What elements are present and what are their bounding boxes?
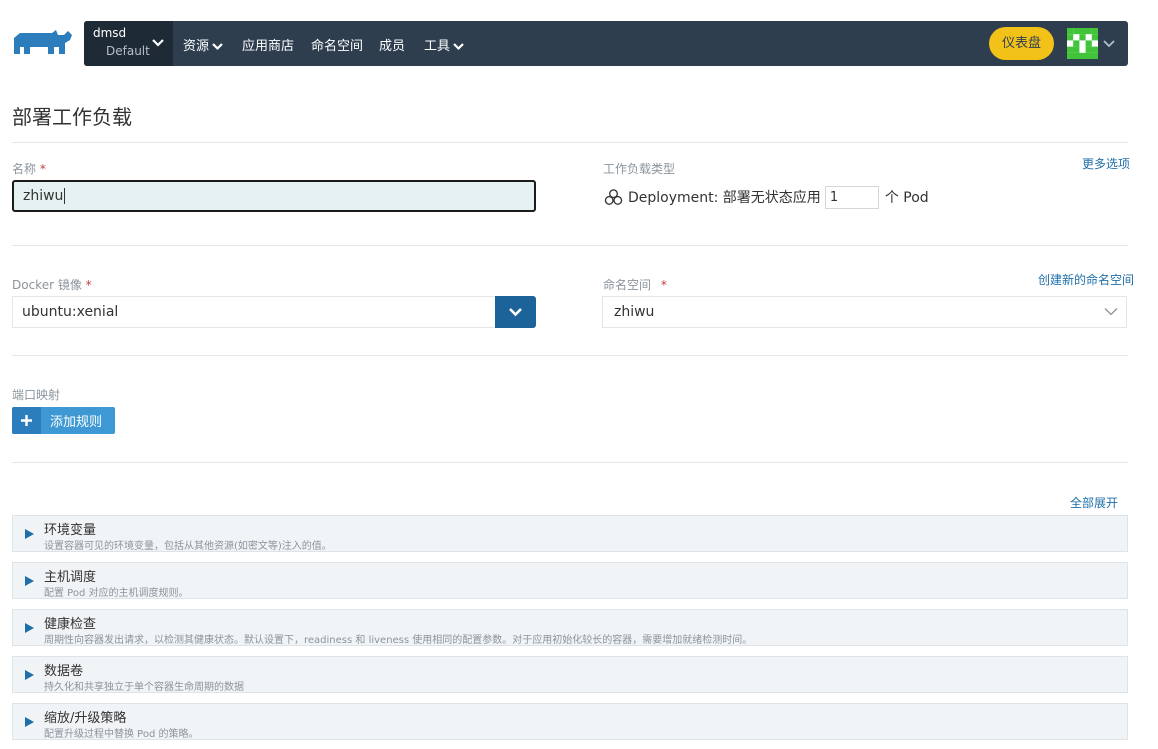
- name-input-value: zhiwu: [23, 188, 64, 204]
- top-navbar: dmsd Default 资源 应用商店 命名空间 成员 工具 仪表盘: [84, 21, 1128, 66]
- required-mark: *: [85, 278, 92, 292]
- accordion-env-vars[interactable]: 环境变量 设置容器可见的环境变量，包括从其他资源(如密文等)注入的值。: [12, 515, 1128, 552]
- chevron-down-icon: [453, 43, 464, 51]
- nav-app-store-label: 应用商店: [242, 39, 295, 54]
- expand-triangle-icon: [25, 529, 34, 539]
- chevron-down-icon[interactable]: [1103, 39, 1115, 48]
- accordion-title: 环境变量: [44, 523, 97, 538]
- accordion-description: 配置升级过程中替换 Pod 的策略。: [44, 729, 199, 740]
- nav-members-label: 成员: [379, 39, 406, 54]
- accordion-scaling-upgrade[interactable]: 缩放/升级策略 配置升级过程中替换 Pod 的策略。: [12, 703, 1128, 740]
- deployment-icon: [604, 188, 623, 205]
- project-name: Default: [106, 44, 150, 58]
- accordion-title: 主机调度: [44, 570, 97, 585]
- docker-image-label: Docker 镜像 *: [12, 276, 92, 293]
- accordion-health-check[interactable]: 健康检查 周期性向容器发出请求，以检测其健康状态。默认设置下，readiness…: [12, 609, 1128, 646]
- namespace-label: 命名空间 *: [603, 276, 667, 293]
- divider: [12, 462, 1128, 463]
- expand-triangle-icon: [25, 670, 34, 680]
- pod-count-input[interactable]: 1: [824, 185, 879, 209]
- plus-icon: [21, 415, 32, 426]
- cluster-project-switcher[interactable]: dmsd Default: [84, 21, 173, 66]
- accordion-description: 持久化和共享独立于单个容器生命周期的数据: [44, 682, 244, 693]
- nav-resources-label: 资源: [183, 39, 210, 54]
- plus-icon-box: [12, 407, 41, 434]
- namespace-select[interactable]: zhiwu: [602, 296, 1127, 328]
- nav-namespaces-label: 命名空间: [311, 39, 364, 54]
- accordion-description: 设置容器可见的环境变量，包括从其他资源(如密文等)注入的值。: [44, 541, 332, 552]
- name-label-text: 名称: [12, 162, 37, 176]
- accordion-title: 健康检查: [44, 617, 97, 632]
- expand-triangle-icon: [25, 717, 34, 727]
- workload-type-text[interactable]: Deployment: 部署无状态应用: [628, 187, 821, 207]
- chevron-down-icon: [1104, 308, 1118, 316]
- required-mark: *: [39, 162, 46, 176]
- chevron-down-icon: [509, 308, 522, 317]
- cluster-name: dmsd: [93, 26, 127, 40]
- nav-namespaces[interactable]: 命名空间: [311, 35, 363, 54]
- docker-image-label-text: Docker 镜像: [12, 278, 82, 292]
- page-title: 部署工作负载: [12, 105, 132, 129]
- divider: [12, 142, 1128, 143]
- docker-image-input[interactable]: ubuntu:xenial: [12, 296, 496, 328]
- name-input[interactable]: zhiwu: [12, 180, 536, 212]
- accordion-title: 缩放/升级策略: [44, 711, 127, 726]
- nav-resources[interactable]: 资源: [183, 35, 223, 54]
- chevron-down-icon: [212, 43, 223, 51]
- rancher-cow-icon[interactable]: [12, 26, 74, 60]
- accordion-title: 数据卷: [44, 664, 84, 679]
- user-avatar-icon[interactable]: [1067, 28, 1098, 59]
- chevron-down-icon: [152, 39, 164, 47]
- workload-type-label: 工作负载类型: [603, 162, 676, 176]
- name-label: 名称 *: [12, 160, 46, 177]
- text-caret: [64, 188, 66, 204]
- add-rule-button[interactable]: 添加规则: [12, 407, 115, 434]
- nav-members[interactable]: 成员: [379, 35, 405, 54]
- divider: [12, 355, 1128, 356]
- nav-tools[interactable]: 工具: [424, 35, 464, 54]
- expand-all-link[interactable]: 全部展开: [1070, 494, 1118, 511]
- divider: [12, 245, 1128, 246]
- accordion-description: 配置 Pod 对应的主机调度规则。: [44, 588, 189, 599]
- namespace-label-text: 命名空间: [603, 278, 652, 292]
- accordion-node-scheduling[interactable]: 主机调度 配置 Pod 对应的主机调度规则。: [12, 562, 1128, 599]
- namespace-select-value: zhiwu: [614, 304, 655, 320]
- accordion-volumes[interactable]: 数据卷 持久化和共享独立于单个容器生命周期的数据: [12, 656, 1128, 693]
- more-options-link[interactable]: 更多选项: [1082, 155, 1130, 172]
- docker-image-dropdown-button[interactable]: [495, 296, 536, 328]
- expand-triangle-icon: [25, 623, 34, 633]
- pod-unit-label: 个 Pod: [884, 190, 929, 206]
- nav-app-store[interactable]: 应用商店: [242, 35, 294, 54]
- accordion-description: 周期性向容器发出请求，以检测其健康状态。默认设置下，readiness 和 li…: [44, 635, 753, 646]
- dashboard-button[interactable]: 仪表盘: [989, 27, 1054, 60]
- port-mapping-label: 端口映射: [12, 388, 61, 402]
- required-mark: *: [660, 278, 667, 292]
- expand-triangle-icon: [25, 576, 34, 586]
- create-namespace-link[interactable]: 创建新的命名空间: [1038, 271, 1134, 288]
- workload-type-row: Deployment: 部署无状态应用 1 个 Pod: [604, 185, 929, 209]
- add-rule-label: 添加规则: [50, 415, 103, 430]
- nav-tools-label: 工具: [424, 39, 451, 54]
